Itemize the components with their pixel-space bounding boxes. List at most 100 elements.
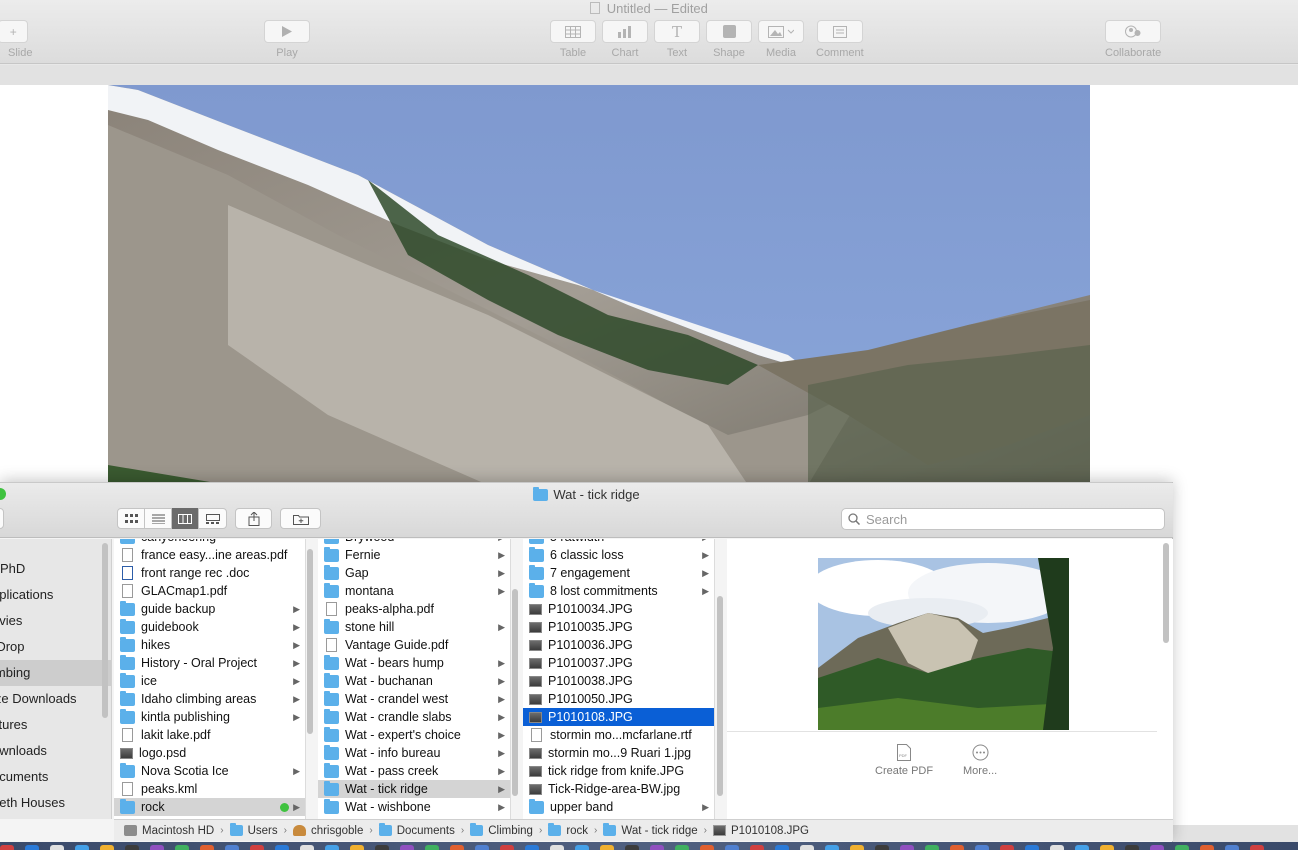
path-item[interactable]: Climbing bbox=[470, 823, 533, 837]
dock-app-icon[interactable] bbox=[1125, 845, 1139, 850]
dock-app-icon[interactable] bbox=[125, 845, 139, 850]
column-view-icon[interactable] bbox=[172, 508, 199, 529]
file-row[interactable]: montana ▶ bbox=[318, 582, 510, 600]
column3-scrollbar[interactable] bbox=[717, 596, 723, 796]
list-view-icon[interactable] bbox=[145, 508, 172, 529]
file-row[interactable]: Wat - crandle slabs ▶ bbox=[318, 708, 510, 726]
file-row[interactable]: guide backup ▶ bbox=[114, 600, 305, 618]
dock-app-icon[interactable] bbox=[825, 845, 839, 850]
back-button[interactable] bbox=[0, 508, 4, 529]
sidebar-item[interactable]: pplications bbox=[0, 582, 111, 608]
dock-app-icon[interactable] bbox=[800, 845, 814, 850]
file-row[interactable]: tick ridge from knife.JPG bbox=[523, 762, 714, 780]
preview-scrollbar[interactable] bbox=[1163, 543, 1169, 643]
dock-app-icon[interactable] bbox=[350, 845, 364, 850]
sidebar-item[interactable]: imbing bbox=[0, 660, 111, 686]
file-row[interactable]: stone hill ▶ bbox=[318, 618, 510, 636]
sidebar-item[interactable]: ize Downloads bbox=[0, 686, 111, 712]
dock-app-icon[interactable] bbox=[325, 845, 339, 850]
media-button[interactable]: Media bbox=[758, 20, 804, 59]
dock-app-icon[interactable] bbox=[475, 845, 489, 850]
file-row[interactable]: rock ▶ bbox=[114, 798, 305, 816]
file-row[interactable]: P1010037.JPG bbox=[523, 654, 714, 672]
dock-app-icon[interactable] bbox=[150, 845, 164, 850]
file-row[interactable]: Wat - info bureau ▶ bbox=[318, 744, 510, 762]
file-row[interactable]: stormin mo...9 Ruari 1.jpg bbox=[523, 744, 714, 762]
column1-scrollbar[interactable] bbox=[307, 549, 313, 734]
file-row[interactable]: peaks.kml bbox=[114, 780, 305, 798]
file-row[interactable]: 8 lost commitments ▶ bbox=[523, 582, 714, 600]
icon-view-icon[interactable] bbox=[118, 508, 145, 529]
file-row[interactable]: hikes ▶ bbox=[114, 636, 305, 654]
file-row[interactable]: 5 ratwidth ▶ bbox=[523, 539, 714, 546]
dock-app-icon[interactable] bbox=[625, 845, 639, 850]
dock-app-icon[interactable] bbox=[250, 845, 264, 850]
file-row[interactable]: canyoneering bbox=[114, 539, 305, 546]
shape-button[interactable]: Shape bbox=[706, 20, 752, 59]
text-button[interactable]: T Text bbox=[654, 20, 700, 59]
dock-app-icon[interactable] bbox=[925, 845, 939, 850]
path-item[interactable]: Users bbox=[229, 823, 278, 837]
path-item[interactable]: rock bbox=[548, 823, 588, 837]
dock-app-icon[interactable] bbox=[500, 845, 514, 850]
path-item[interactable]: Documents bbox=[378, 823, 455, 837]
search-field[interactable]: Search bbox=[841, 508, 1165, 530]
dock-app-icon[interactable] bbox=[750, 845, 764, 850]
file-row[interactable]: peaks-alpha.pdf bbox=[318, 600, 510, 618]
sidebar-item[interactable]: esktop bbox=[0, 816, 111, 819]
dock-app-icon[interactable] bbox=[75, 845, 89, 850]
add-slide-button[interactable]: + Slide bbox=[0, 20, 32, 59]
preview-image[interactable] bbox=[818, 558, 1069, 730]
sidebar-item[interactable]: s bbox=[0, 539, 111, 556]
path-item[interactable]: P1010108.JPG bbox=[713, 825, 809, 837]
file-row[interactable]: Wat - pass creek ▶ bbox=[318, 762, 510, 780]
dock-app-icon[interactable] bbox=[225, 845, 239, 850]
file-row[interactable]: History - Oral Project ▶ bbox=[114, 654, 305, 672]
dock-app-icon[interactable] bbox=[600, 845, 614, 850]
dock-app-icon[interactable] bbox=[1225, 845, 1239, 850]
path-item[interactable]: Macintosh HD bbox=[124, 825, 214, 837]
sidebar-item[interactable]: ocuments bbox=[0, 764, 111, 790]
sidebar-item[interactable]: - PhD bbox=[0, 556, 111, 582]
dock-app-icon[interactable] bbox=[425, 845, 439, 850]
dock-app-icon[interactable] bbox=[1000, 845, 1014, 850]
dock-app-icon[interactable] bbox=[850, 845, 864, 850]
sidebar-scrollbar[interactable] bbox=[102, 543, 108, 718]
dock-app-icon[interactable] bbox=[725, 845, 739, 850]
file-row[interactable]: GLACmap1.pdf bbox=[114, 582, 305, 600]
dock-app-icon[interactable] bbox=[900, 845, 914, 850]
comment-button[interactable]: Comment bbox=[816, 20, 864, 59]
file-row[interactable]: Wat - crandel west ▶ bbox=[318, 690, 510, 708]
file-row[interactable]: Wat - bears hump ▶ bbox=[318, 654, 510, 672]
dock-app-icon[interactable] bbox=[0, 845, 14, 850]
dock-app-icon[interactable] bbox=[525, 845, 539, 850]
file-row[interactable]: Tick-Ridge-area-BW.jpg bbox=[523, 780, 714, 798]
dock-app-icon[interactable] bbox=[200, 845, 214, 850]
file-row[interactable]: front range rec .doc bbox=[114, 564, 305, 582]
sidebar-item[interactable]: ctures bbox=[0, 712, 111, 738]
file-row[interactable]: P1010108.JPG bbox=[523, 708, 714, 726]
file-row[interactable]: upper band ▶ bbox=[523, 798, 714, 816]
file-row[interactable]: Gap ▶ bbox=[318, 564, 510, 582]
file-row[interactable]: france easy...ine areas.pdf bbox=[114, 546, 305, 564]
dock-app-icon[interactable] bbox=[300, 845, 314, 850]
sidebar-item[interactable]: ownloads bbox=[0, 738, 111, 764]
file-row[interactable]: 7 engagement ▶ bbox=[523, 564, 714, 582]
dock-app-icon[interactable] bbox=[1200, 845, 1214, 850]
share-button[interactable] bbox=[235, 508, 272, 529]
dock-app-icon[interactable] bbox=[550, 845, 564, 850]
file-row[interactable]: Drywood ▶ bbox=[318, 539, 510, 546]
dock-app-icon[interactable] bbox=[650, 845, 664, 850]
collaborate-button[interactable]: Collaborate bbox=[1105, 20, 1161, 59]
gallery-view-icon[interactable] bbox=[199, 508, 226, 529]
dock-app-icon[interactable] bbox=[50, 845, 64, 850]
file-row[interactable]: logo.psd bbox=[114, 744, 305, 762]
sidebar-item[interactable]: ovies bbox=[0, 608, 111, 634]
new-folder-button[interactable] bbox=[280, 508, 321, 529]
file-row[interactable]: P1010038.JPG bbox=[523, 672, 714, 690]
file-row[interactable]: lakit lake.pdf bbox=[114, 726, 305, 744]
table-button[interactable]: Table bbox=[550, 20, 596, 59]
dock-app-icon[interactable] bbox=[775, 845, 789, 850]
dock-app-icon[interactable] bbox=[1150, 845, 1164, 850]
dock-app-icon[interactable] bbox=[1075, 845, 1089, 850]
